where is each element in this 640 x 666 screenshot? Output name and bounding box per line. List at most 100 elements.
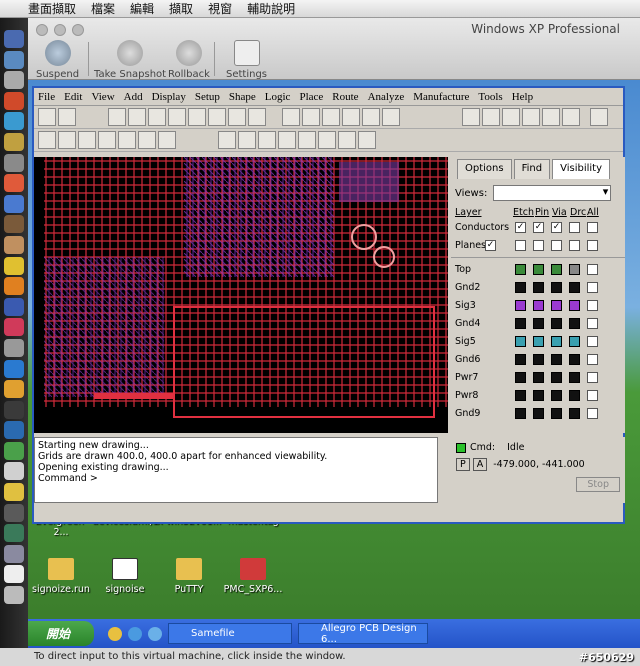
grid-icon[interactable] bbox=[590, 108, 608, 126]
layer-color-swatch[interactable] bbox=[533, 407, 544, 419]
dock-app-icon[interactable] bbox=[4, 565, 24, 584]
checkbox[interactable] bbox=[587, 221, 598, 233]
quicklaunch-icon[interactable] bbox=[148, 626, 162, 641]
desktop-icon[interactable]: PMC_SXP6... bbox=[220, 558, 286, 595]
shape-icon[interactable] bbox=[298, 131, 316, 149]
dock-app-icon[interactable] bbox=[4, 277, 24, 296]
color-icon[interactable] bbox=[462, 108, 480, 126]
trash-icon[interactable] bbox=[4, 586, 24, 605]
menu-view[interactable]: View bbox=[91, 91, 114, 103]
layer-color-swatch[interactable] bbox=[569, 389, 580, 401]
checkbox[interactable] bbox=[587, 335, 598, 347]
layer-color-swatch[interactable] bbox=[569, 263, 580, 275]
dock-app-icon[interactable] bbox=[4, 441, 24, 460]
dock-app-icon[interactable] bbox=[4, 112, 24, 131]
dock-app-icon[interactable] bbox=[4, 30, 24, 48]
menu-help[interactable]: 輔助說明 bbox=[247, 0, 295, 17]
desktop-icon[interactable]: signoize.run bbox=[28, 558, 94, 595]
p-button[interactable]: P bbox=[456, 458, 470, 471]
route-icon[interactable] bbox=[138, 131, 156, 149]
dock-app-icon[interactable] bbox=[4, 503, 24, 522]
checkbox[interactable] bbox=[533, 239, 544, 251]
dock-app-icon[interactable] bbox=[4, 483, 24, 502]
layer-color-swatch[interactable] bbox=[551, 335, 562, 347]
shape-icon[interactable] bbox=[358, 131, 376, 149]
layer-color-swatch[interactable] bbox=[551, 281, 562, 293]
layer-color-swatch[interactable] bbox=[569, 299, 580, 311]
shape-icon[interactable] bbox=[218, 131, 236, 149]
layer-color-swatch[interactable] bbox=[569, 317, 580, 329]
minimize-button[interactable] bbox=[54, 24, 66, 36]
layer-color-swatch[interactable] bbox=[515, 335, 526, 347]
layer-color-swatch[interactable] bbox=[515, 407, 526, 419]
layer-color-swatch[interactable] bbox=[515, 371, 526, 383]
dock-app-icon[interactable] bbox=[4, 421, 24, 440]
tab-visibility[interactable]: Visibility bbox=[552, 159, 611, 179]
checkbox[interactable]: ✓ bbox=[485, 239, 496, 251]
checkbox[interactable]: ✓ bbox=[515, 221, 526, 233]
layer-color-swatch[interactable] bbox=[515, 317, 526, 329]
menu-route[interactable]: Route bbox=[332, 91, 358, 103]
layer-color-swatch[interactable] bbox=[551, 389, 562, 401]
redraw-icon[interactable] bbox=[382, 108, 400, 126]
layer-icon[interactable] bbox=[482, 108, 500, 126]
checkbox[interactable] bbox=[569, 239, 580, 251]
menu-shape[interactable]: Shape bbox=[229, 91, 256, 103]
checkbox[interactable]: ✓ bbox=[551, 221, 562, 233]
menu-add[interactable]: Add bbox=[124, 91, 143, 103]
checkbox[interactable] bbox=[587, 407, 598, 419]
layer-color-swatch[interactable] bbox=[533, 281, 544, 293]
open-icon[interactable] bbox=[38, 108, 56, 126]
desktop-icon[interactable]: PuTTY bbox=[156, 558, 222, 595]
layer-color-swatch[interactable] bbox=[551, 263, 562, 275]
dock-app-icon[interactable] bbox=[4, 297, 24, 316]
copy-icon[interactable] bbox=[128, 108, 146, 126]
settings-button[interactable]: Settings bbox=[226, 40, 267, 80]
taskbar-item-allegro[interactable]: Allegro PCB Design 6... bbox=[298, 623, 428, 645]
views-select[interactable] bbox=[493, 185, 612, 201]
menu-edit[interactable]: 編輯 bbox=[130, 0, 154, 17]
move-icon[interactable] bbox=[108, 108, 126, 126]
tab-find[interactable]: Find bbox=[513, 159, 551, 179]
dock-app-icon[interactable] bbox=[4, 91, 24, 110]
route-icon[interactable] bbox=[38, 131, 56, 149]
layer-color-swatch[interactable] bbox=[569, 353, 580, 365]
dock-app-icon[interactable] bbox=[4, 153, 24, 172]
layer-color-swatch[interactable] bbox=[533, 389, 544, 401]
desktop-icon[interactable]: signoise bbox=[92, 558, 158, 595]
start-button[interactable]: 開始 bbox=[28, 621, 94, 646]
menu-tools[interactable]: Tools bbox=[478, 91, 502, 103]
rollback-button[interactable]: Rollback bbox=[168, 40, 210, 80]
shape-icon[interactable] bbox=[258, 131, 276, 149]
menu-screen-capture[interactable]: 畫面擷取 bbox=[28, 0, 76, 17]
route-icon[interactable] bbox=[78, 131, 96, 149]
zoom-out-icon[interactable] bbox=[302, 108, 320, 126]
layer-color-swatch[interactable] bbox=[533, 317, 544, 329]
layer-color-swatch[interactable] bbox=[569, 371, 580, 383]
menu-logic[interactable]: Logic bbox=[265, 91, 291, 103]
tool-icon[interactable] bbox=[522, 108, 540, 126]
checkbox[interactable] bbox=[587, 239, 598, 251]
layer-color-swatch[interactable] bbox=[551, 353, 562, 365]
zoom-world-icon[interactable] bbox=[362, 108, 380, 126]
suspend-button[interactable]: Suspend bbox=[36, 40, 79, 80]
take-snapshot-button[interactable]: Take Snapshot bbox=[94, 40, 166, 80]
dock-app-icon[interactable] bbox=[4, 194, 24, 213]
menu-edit[interactable]: Edit bbox=[64, 91, 82, 103]
shape-icon[interactable] bbox=[238, 131, 256, 149]
menu-analyze[interactable]: Analyze bbox=[368, 91, 405, 103]
tool-icon[interactable] bbox=[248, 108, 266, 126]
layer-color-swatch[interactable] bbox=[515, 353, 526, 365]
menu-setup[interactable]: Setup bbox=[195, 91, 220, 103]
menu-file[interactable]: File bbox=[38, 91, 55, 103]
checkbox[interactable] bbox=[587, 281, 598, 293]
vm-screen[interactable]: Evergreen-2... devices.dml,1 x-win32v61.… bbox=[28, 80, 640, 648]
layer-color-swatch[interactable] bbox=[551, 317, 562, 329]
layer-color-swatch[interactable] bbox=[533, 371, 544, 383]
menu-display[interactable]: Display bbox=[152, 91, 186, 103]
checkbox[interactable] bbox=[587, 389, 598, 401]
layer-color-swatch[interactable] bbox=[569, 407, 580, 419]
dock-app-icon[interactable] bbox=[4, 400, 24, 419]
layer-color-swatch[interactable] bbox=[569, 335, 580, 347]
zoom-button[interactable] bbox=[72, 24, 84, 36]
